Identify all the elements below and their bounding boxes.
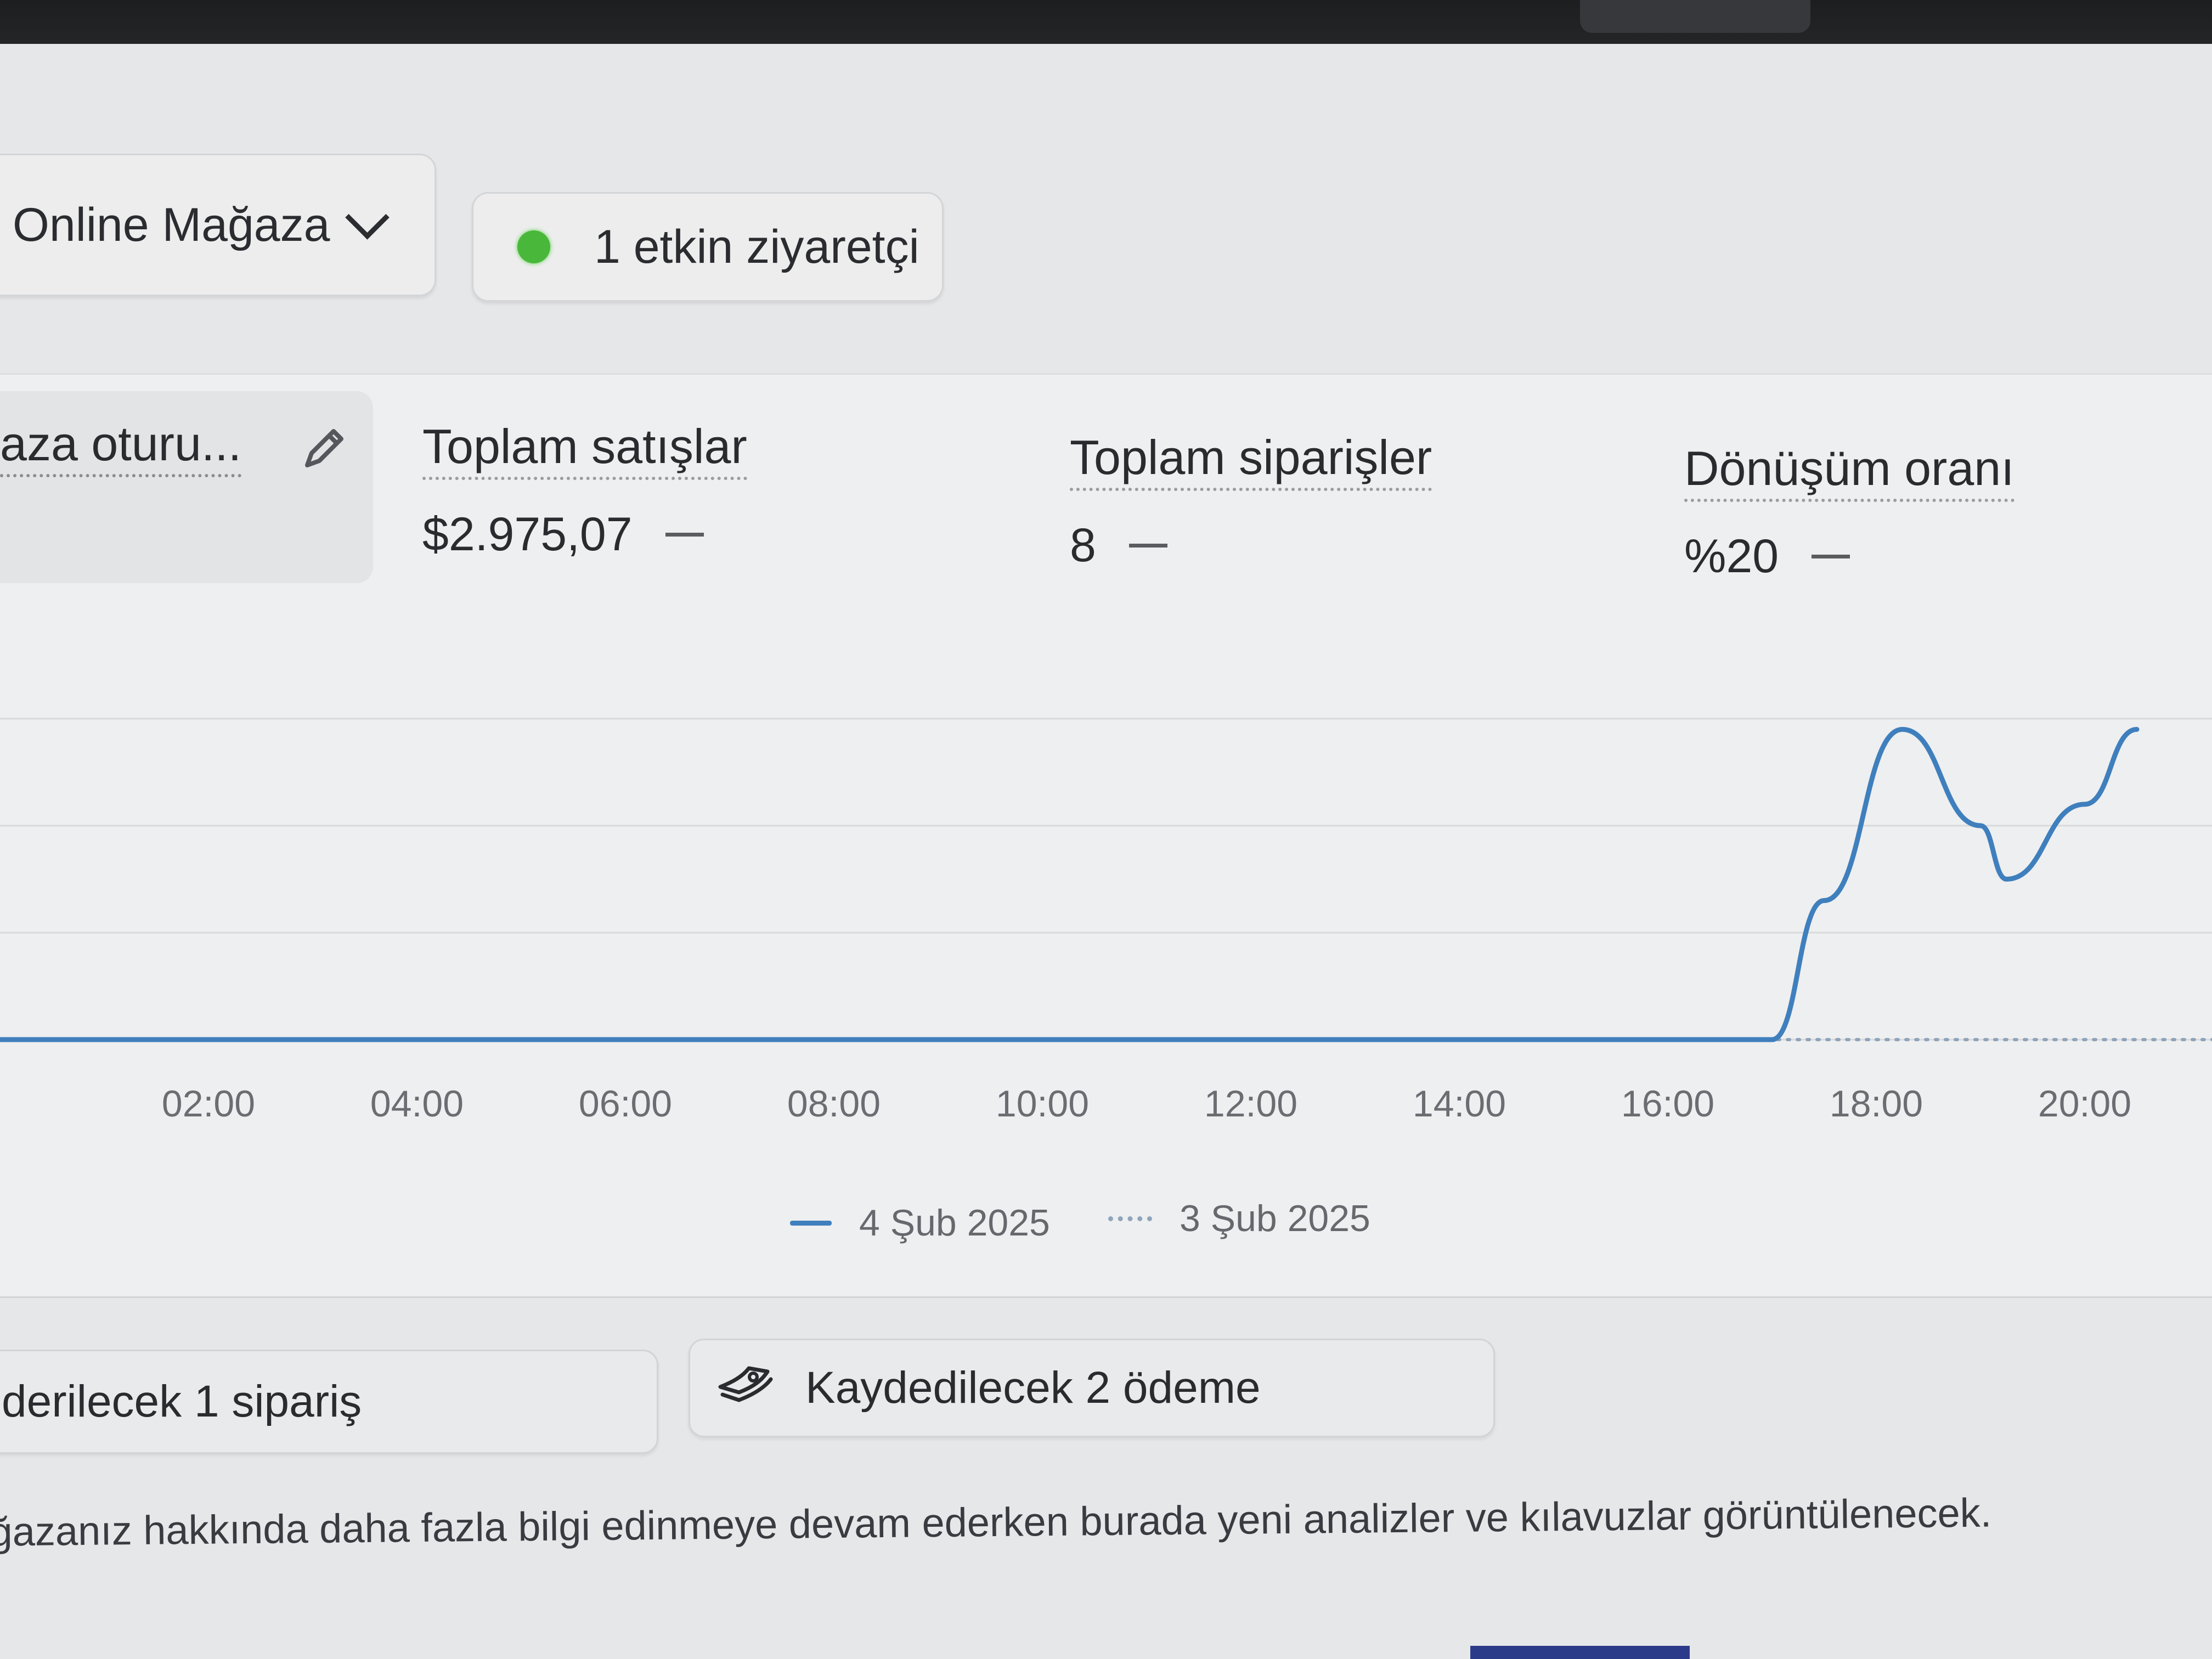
live-status-dot-icon [517,230,550,263]
active-visitors-label: 1 etkin ziyaretçi [594,220,919,273]
x-tick-label: 18:00 [1830,1083,1923,1125]
legend-solid-line-icon [790,1220,832,1226]
x-tick-label: 20:00 [2038,1083,2131,1125]
legend-current-label: 4 Şub 2025 [859,1202,1050,1244]
payment-cash-icon [715,1361,775,1415]
active-visitors-chip[interactable]: 1 etkin ziyaretçi [472,192,944,302]
x-tick-label: 06:00 [579,1083,672,1125]
x-tick-label: 10:00 [996,1083,1089,1125]
x-tick-label: 16:00 [1621,1083,1714,1125]
orders-to-fulfill-button[interactable]: derilecek 1 sipariş [0,1350,658,1454]
orders-to-fulfill-label: derilecek 1 sipariş [2,1376,362,1426]
legend-dotted-line-icon [1108,1216,1152,1221]
payments-to-capture-label: Kaydedilecek 2 ödeme [805,1363,1261,1413]
sales-line-chart-svg: 02:00 04:00 06:00 08:00 10:00 12:00 14:00 16:00… [0,718,2212,1125]
x-tick-label: 04:00 [370,1083,464,1125]
analytics-page: Online Mağaza 1 etkin ziyaretçi aza otur… [0,44,2212,1659]
chart-legend: 4 Şub 2025 3 Şub 2025 [0,1190,2212,1251]
x-tick-label: 14:00 [1413,1083,1506,1125]
store-selector-label: Online Mağaza [13,198,330,251]
top-bar-tab [1580,0,1810,33]
x-tick-label: 08:00 [787,1083,881,1125]
x-tick-label: 12:00 [1204,1083,1297,1125]
legend-item-current[interactable]: 4 Şub 2025 [790,1201,1050,1244]
legend-previous-label: 3 Şub 2025 [1180,1198,1370,1239]
bottom-accent-bar [1470,1646,1690,1659]
insights-footer-text: ağazanız hakkında daha fazla bilgi edinm… [0,1489,1992,1555]
legend-item-previous[interactable]: 3 Şub 2025 [1108,1197,1370,1240]
series-line-current[interactable] [0,726,2140,1042]
store-selector-dropdown[interactable]: Online Mağaza [0,154,436,296]
payments-to-capture-button[interactable]: Kaydedilecek 2 ödeme [689,1339,1495,1437]
sales-line-chart[interactable]: 02:00 04:00 06:00 08:00 10:00 12:00 14:00 16:00… [0,373,2212,1125]
x-tick-label: 02:00 [162,1083,255,1125]
chevron-down-icon [345,195,390,240]
